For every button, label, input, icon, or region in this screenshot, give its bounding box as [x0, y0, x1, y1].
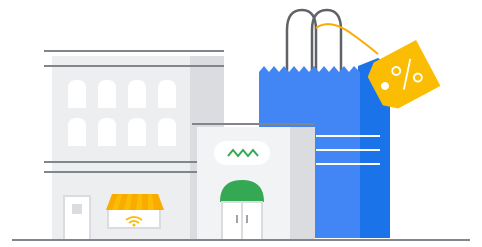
- store-door: [221, 201, 263, 241]
- shop-window: [107, 207, 161, 229]
- store-sign: [214, 141, 270, 165]
- awning: [106, 194, 164, 210]
- tall-building-door: [63, 195, 91, 241]
- storefront-illustration: [0, 0, 482, 247]
- tag-string: [315, 23, 379, 55]
- store-building: [192, 123, 315, 241]
